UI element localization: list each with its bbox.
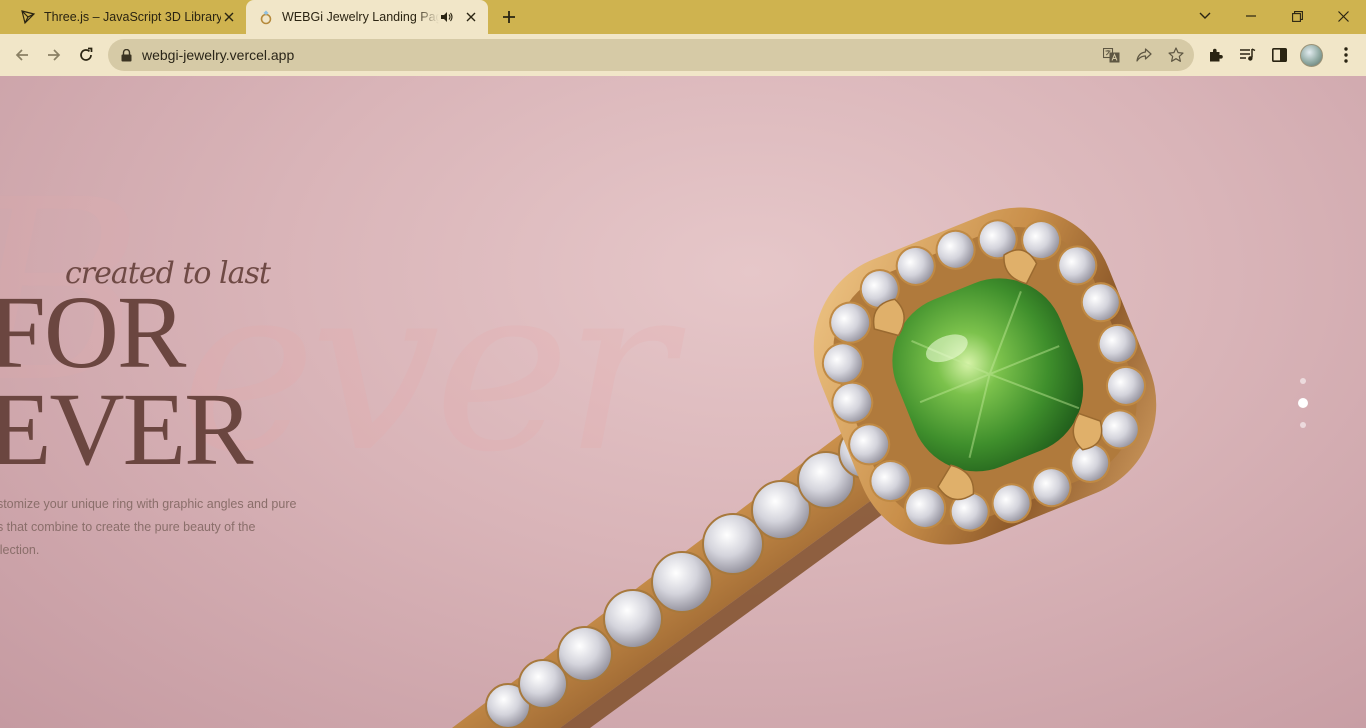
side-panel-icon[interactable] [1269, 45, 1289, 65]
address-bar[interactable]: webgi-jewelry.vercel.app [108, 39, 1194, 71]
media-controls-icon[interactable] [1237, 45, 1257, 65]
tab-search-icon[interactable] [1182, 0, 1228, 32]
pagination-dot[interactable] [1300, 378, 1306, 384]
bookmark-star-icon[interactable] [1166, 45, 1186, 65]
menu-kebab-icon[interactable] [1336, 45, 1356, 65]
extensions-icon[interactable] [1206, 45, 1226, 65]
share-icon[interactable] [1134, 45, 1154, 65]
forward-icon[interactable] [41, 42, 67, 68]
threejs-icon [20, 9, 36, 25]
close-window-icon[interactable] [1320, 0, 1366, 32]
minimize-icon[interactable] [1228, 0, 1274, 32]
reload-icon[interactable] [73, 42, 99, 68]
pagination-dot-active[interactable] [1298, 398, 1308, 408]
back-icon[interactable] [9, 42, 35, 68]
tab-strip: Three.js – JavaScript 3D Library WEBGi J… [0, 0, 1366, 34]
tab-title: WEBGi Jewelry Landing Page [282, 10, 439, 24]
new-tab-button[interactable] [499, 7, 519, 27]
lock-icon[interactable] [119, 47, 133, 63]
ring-favicon-icon [258, 9, 274, 25]
hero-description-line: ollection. [0, 543, 40, 557]
browser-toolbar: webgi-jewelry.vercel.app [0, 34, 1366, 76]
tab-title: Three.js – JavaScript 3D Library [44, 10, 221, 24]
profile-avatar[interactable] [1300, 44, 1323, 67]
restore-icon[interactable] [1274, 0, 1320, 32]
close-tab-icon[interactable] [463, 9, 479, 25]
speaker-icon[interactable] [439, 9, 455, 25]
hero-description-line: es that combine to create the pure beaut… [0, 520, 256, 534]
hero-headline-ever: EVER [0, 372, 254, 487]
tab-threejs[interactable]: Three.js – JavaScript 3D Library [8, 0, 246, 34]
url-text: webgi-jewelry.vercel.app [142, 47, 295, 63]
tab-webgi-jewelry[interactable]: WEBGi Jewelry Landing Page [246, 0, 488, 34]
pagination-dot[interactable] [1300, 422, 1306, 428]
webgi-landing-page: B ever [0, 76, 1366, 728]
hero-headline-for: FOR [0, 275, 186, 390]
close-tab-icon[interactable] [221, 9, 237, 25]
translate-icon[interactable] [1101, 45, 1121, 65]
hero-description-line: ustomize your unique ring with graphic a… [0, 497, 297, 511]
